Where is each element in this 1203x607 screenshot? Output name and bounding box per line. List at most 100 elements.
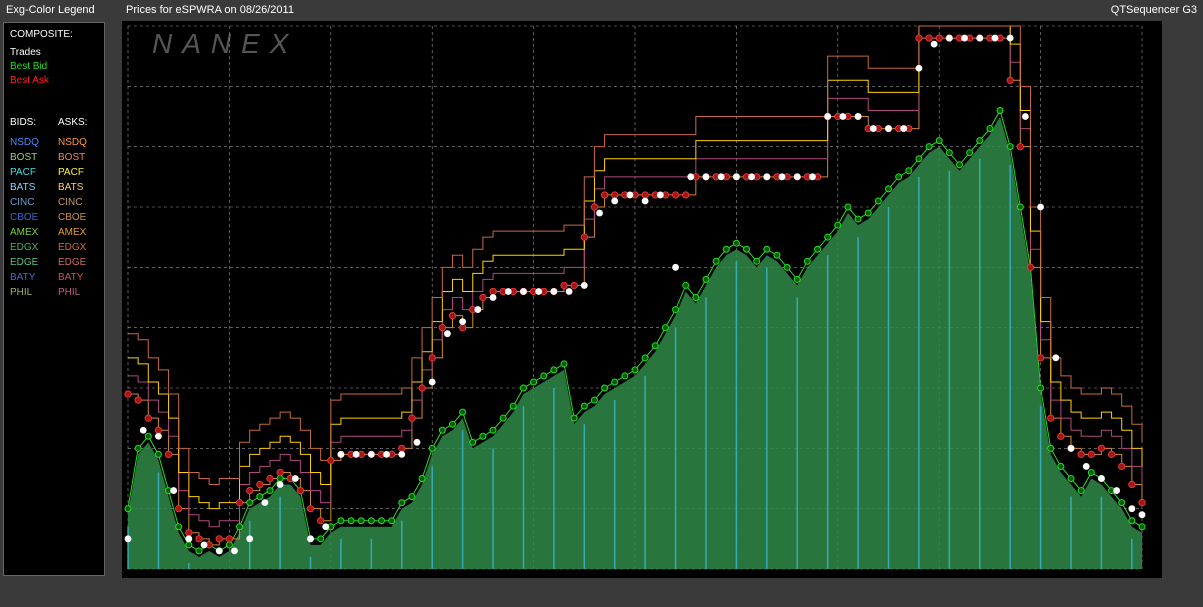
best-ask-point (459, 324, 467, 332)
asks-label: ASKS: (58, 117, 88, 128)
best-ask-point (600, 191, 609, 199)
legend-panel: COMPOSITE: Trades Best Bid Best Ask BIDS… (3, 22, 105, 576)
trade-point (900, 125, 908, 132)
best-bid-point (651, 342, 659, 350)
best-bid-point (236, 523, 244, 531)
legend-ask-baty: BATY (58, 272, 84, 283)
legend-ask-edge: EDGE (58, 257, 87, 268)
best-bid-point (1037, 384, 1045, 392)
best-ask-point (124, 390, 132, 398)
best-bid-point (925, 143, 933, 151)
best-bid-point (408, 493, 416, 501)
legend-bid-bost: BOST (10, 152, 38, 163)
best-bid-point (661, 324, 669, 332)
best-bid-point (793, 275, 801, 283)
price-chart: NANEX13.2513.3513.4513.5513.6513.7513.85… (124, 25, 1146, 570)
best-ask-point (256, 480, 264, 489)
best-bid-point (1138, 523, 1146, 531)
best-bid-point (519, 384, 527, 392)
trade-point (839, 113, 847, 120)
best-bid-point (1087, 468, 1095, 476)
best-ask-point (590, 203, 599, 211)
legend-best-ask: Best Ask (10, 75, 49, 86)
trade-point (550, 288, 558, 295)
trade-point (1052, 354, 1060, 362)
legend-ask-amex: AMEX (58, 227, 87, 238)
best-bid-point (337, 517, 345, 525)
best-ask-point (1016, 143, 1024, 151)
trade-point (885, 125, 892, 132)
legend-ask-pacf: PACF (58, 167, 84, 178)
best-bid-point (803, 257, 811, 265)
trade-point (717, 173, 725, 181)
best-ask-point (671, 191, 680, 199)
best-ask-point (154, 426, 163, 434)
best-ask-point (1138, 499, 1146, 507)
best-bid-point (834, 221, 842, 229)
best-ask-point (1097, 444, 1106, 452)
trade-point (474, 306, 482, 313)
trade-point (246, 535, 254, 543)
trade-point (1113, 487, 1121, 494)
best-bid-point (763, 245, 771, 253)
best-ask-point (641, 191, 649, 199)
best-ask-point (479, 293, 487, 302)
trade-point (383, 450, 390, 458)
best-ask-point (682, 191, 690, 199)
trade-point (520, 288, 527, 295)
best-bid-point (438, 426, 446, 434)
trade-point (930, 40, 938, 48)
best-ask-point (1087, 450, 1095, 458)
trade-point (1037, 203, 1044, 211)
best-bid-point (1016, 203, 1024, 211)
best-ask-point (408, 414, 416, 422)
best-bid-point (824, 233, 832, 241)
trade-point (185, 535, 193, 543)
chart-title: Prices for eSPWRA on 08/26/2011 (126, 4, 294, 16)
best-bid-point (915, 155, 923, 163)
best-bid-point (590, 396, 598, 404)
legend-bid-pacf: PACF (10, 167, 36, 178)
best-bid-point (986, 125, 994, 133)
best-bid-point (621, 372, 629, 380)
best-ask-point (266, 474, 274, 483)
best-bid-point (175, 523, 183, 531)
best-ask-point (489, 287, 497, 296)
trade-point (1128, 505, 1136, 513)
best-ask-point (1047, 414, 1055, 422)
trade-point (489, 294, 497, 301)
best-bid-point (672, 306, 680, 314)
best-bid-point (874, 197, 882, 205)
best-bid-point (388, 517, 396, 525)
best-bid-point (945, 149, 953, 157)
trade-point (307, 535, 314, 543)
trade-point (915, 64, 923, 72)
trade-point (1067, 444, 1075, 452)
best-bid-point (682, 281, 690, 289)
best-bid-point (560, 360, 568, 368)
best-ask-point (246, 486, 254, 495)
trade-point (687, 173, 695, 181)
composite-label: COMPOSITE: (10, 29, 73, 40)
best-bid-point (246, 499, 254, 507)
best-ask-point (560, 281, 568, 290)
best-ask-point (398, 444, 406, 452)
trade-point (124, 535, 132, 543)
best-ask-point (1006, 76, 1014, 84)
best-bid-point (580, 402, 588, 410)
best-ask-point (225, 535, 234, 543)
best-bid-point (935, 137, 943, 145)
trade-point (626, 191, 634, 199)
trade-point (337, 450, 345, 458)
legend-trades: Trades (10, 47, 41, 58)
best-bid-point (266, 487, 274, 495)
trade-point (231, 547, 238, 555)
trade-point (961, 34, 968, 42)
legend-ask-edgx: EDGX (58, 242, 87, 253)
trade-point (976, 34, 984, 42)
best-ask-point (428, 354, 436, 362)
trade-point (641, 197, 649, 205)
best-ask-point (1077, 450, 1085, 458)
trade-point (824, 113, 832, 120)
best-ask-point (175, 505, 183, 513)
